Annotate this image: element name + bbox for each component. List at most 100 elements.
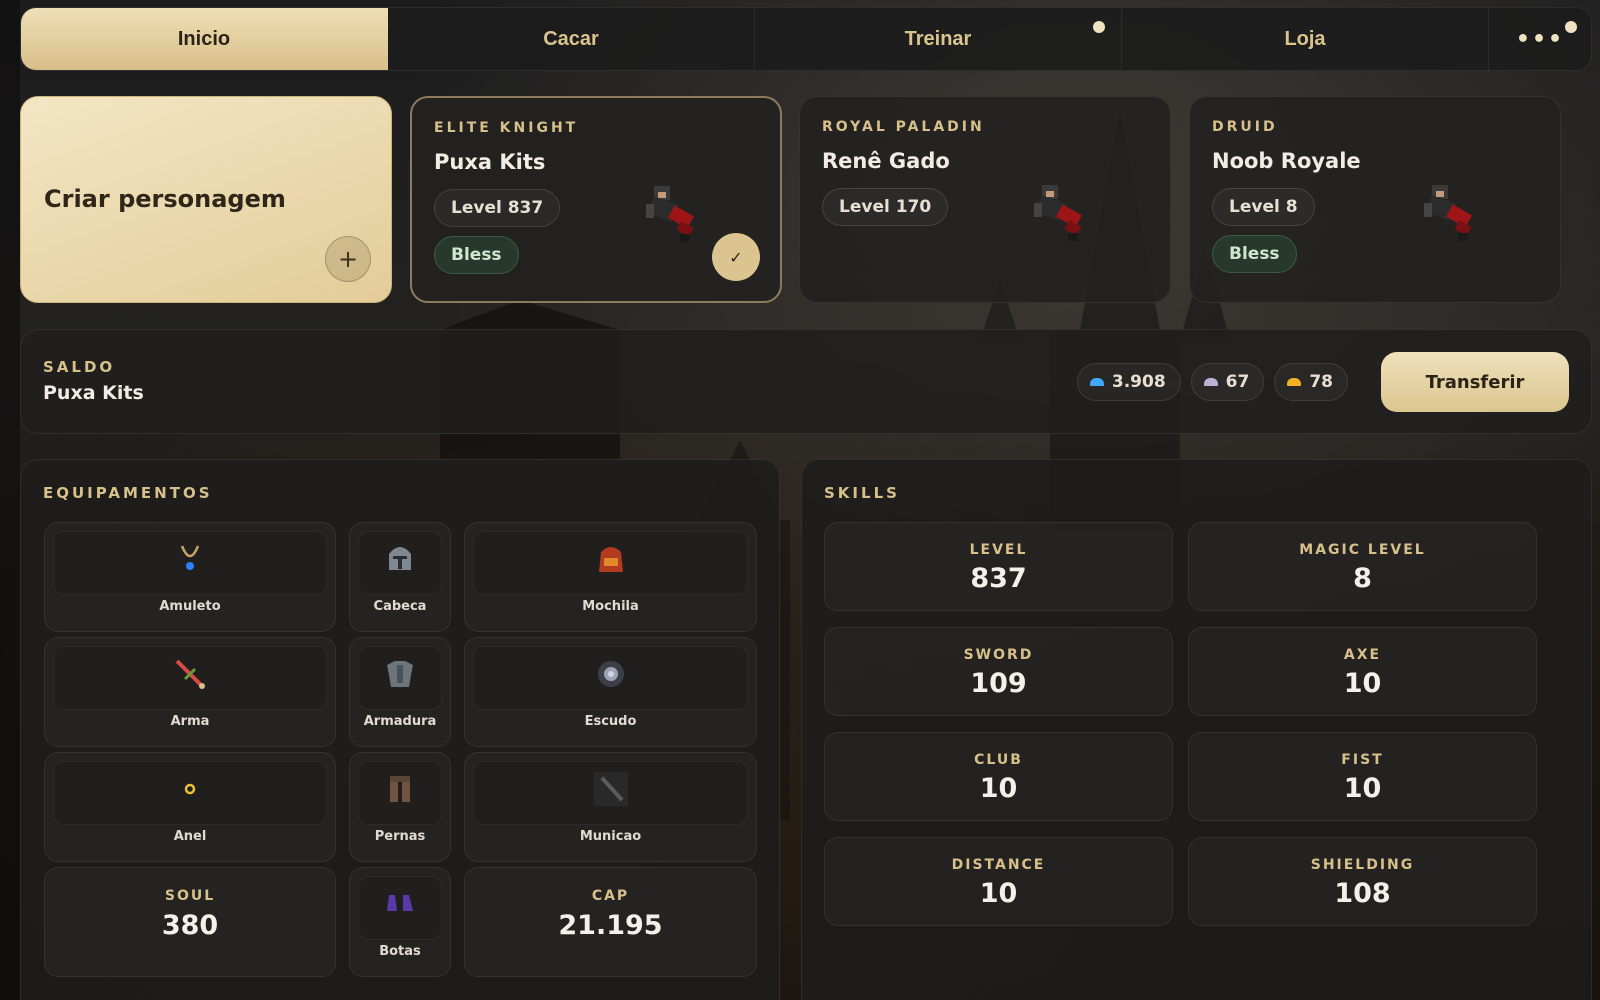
- tab-label: Loja: [1284, 27, 1326, 50]
- skill-value: 109: [970, 668, 1027, 699]
- skill-card: SHIELDING 108: [1188, 837, 1537, 926]
- skill-label: FIST: [1341, 752, 1384, 768]
- silver-coin-icon: [1203, 378, 1218, 386]
- balance-bar: SALDO Puxa Kits 3.908 67 78 Transferir: [20, 329, 1592, 434]
- equip-slot-armor[interactable]: Armadura: [349, 637, 451, 747]
- skill-label: AXE: [1343, 647, 1382, 663]
- slot-label: Arma: [170, 714, 210, 729]
- tab-loja[interactable]: Loja: [1122, 8, 1489, 70]
- bless-badge: Bless: [1212, 235, 1297, 273]
- character-card[interactable]: ROYAL PALADIN Renê Gado Level 170: [799, 96, 1171, 303]
- skill-value: 8: [1353, 563, 1372, 594]
- coin-balance: 3.908: [1076, 363, 1181, 401]
- equip-slot-amulet[interactable]: Amuleto: [44, 522, 336, 632]
- legs-icon: [390, 776, 410, 802]
- skill-value: 10: [1343, 668, 1382, 699]
- soul-stat: SOUL 380: [44, 867, 336, 977]
- skill-value: 108: [1334, 878, 1391, 909]
- create-character-card[interactable]: Criar personagem +: [20, 96, 392, 303]
- tab-label: Cacar: [543, 27, 599, 50]
- character-vocation: ROYAL PALADIN: [822, 119, 985, 135]
- character-name: Puxa Kits: [434, 150, 546, 174]
- coin-balance: 67: [1190, 363, 1265, 401]
- coin-value: 67: [1225, 372, 1250, 392]
- character-card[interactable]: DRUID Noob Royale Level 8 Bless: [1189, 96, 1561, 303]
- equip-slot-ammo[interactable]: Municao: [464, 752, 757, 862]
- skills-panel: SKILLS LEVEL 837 MAGIC LEVEL 8 SWORD 109…: [801, 459, 1592, 1000]
- tab-label: Inicio: [177, 27, 231, 50]
- slot-label: Pernas: [374, 829, 426, 844]
- coin-value: 3.908: [1111, 372, 1166, 392]
- skill-value: 10: [979, 878, 1018, 909]
- coin-list: 3.908 67 78: [1076, 363, 1348, 401]
- transfer-button[interactable]: Transferir: [1381, 352, 1569, 412]
- equipment-panel: EQUIPAMENTOS Amuleto Cabeca Mochila Arma…: [20, 459, 780, 1000]
- character-vocation: ELITE KNIGHT: [434, 120, 579, 136]
- equip-slot-shield[interactable]: Escudo: [464, 637, 757, 747]
- slot-label: Mochila: [582, 599, 639, 614]
- slot-label: Amuleto: [159, 599, 221, 614]
- slot-label: Botas: [379, 944, 421, 959]
- balance-label: SALDO: [43, 358, 116, 376]
- skill-label: SWORD: [963, 647, 1034, 663]
- slot-label: Cabeca: [373, 599, 427, 614]
- create-character-title: Criar personagem: [44, 185, 286, 213]
- slot-label: Escudo: [584, 714, 637, 729]
- shield-icon: [597, 661, 624, 687]
- skill-card: AXE 10: [1188, 627, 1537, 716]
- coin-value: 78: [1309, 372, 1333, 392]
- equip-slot-boots[interactable]: Botas: [349, 867, 451, 977]
- skill-value: 837: [970, 563, 1027, 594]
- armor-icon: [387, 661, 413, 687]
- skill-label: DISTANCE: [951, 857, 1046, 873]
- equip-slot-ring[interactable]: Anel: [44, 752, 336, 862]
- skill-card: SWORD 109: [824, 627, 1173, 716]
- coin-balance: 78: [1274, 363, 1348, 401]
- tab-treinar[interactable]: Treinar: [755, 8, 1122, 70]
- skill-card: CLUB 10: [824, 732, 1173, 821]
- gold-coin-icon: [1287, 378, 1302, 386]
- equip-slot-weapon[interactable]: Arma: [44, 637, 336, 747]
- skill-value: 10: [979, 773, 1018, 804]
- slot-label: Anel: [173, 829, 207, 844]
- skill-label: CLUB: [974, 752, 1023, 768]
- cap-stat: CAP 21.195: [464, 867, 757, 977]
- character-card[interactable]: ELITE KNIGHT Puxa Kits Level 837 Bless ✓: [410, 96, 782, 303]
- sword-icon: [175, 659, 205, 689]
- slot-label: Municao: [579, 829, 642, 844]
- boots-icon: [387, 895, 413, 911]
- character-name: Renê Gado: [822, 149, 950, 173]
- notification-dot: [1093, 21, 1105, 33]
- skill-card: LEVEL 837: [824, 522, 1173, 611]
- character-level-pill: Level 837: [434, 189, 561, 227]
- backpack-icon: [598, 547, 623, 572]
- ring-icon: [184, 783, 196, 795]
- equip-slot-legs[interactable]: Pernas: [349, 752, 451, 862]
- tab-inicio[interactable]: Inicio: [21, 8, 388, 70]
- notification-dot: [1565, 21, 1577, 33]
- equip-slot-backpack[interactable]: Mochila: [464, 522, 757, 632]
- ammo-icon: [593, 772, 628, 806]
- tab-cacar[interactable]: Cacar: [388, 8, 755, 70]
- soul-label: SOUL: [164, 888, 216, 904]
- skill-label: SHIELDING: [1310, 857, 1415, 873]
- skill-label: LEVEL: [969, 542, 1028, 558]
- cap-label: CAP: [591, 888, 630, 904]
- helmet-icon: [389, 547, 411, 570]
- more-menu-button[interactable]: •••: [1489, 8, 1591, 70]
- character-sprite-icon: [1424, 185, 1473, 241]
- balance-character-name: Puxa Kits: [43, 382, 144, 404]
- character-level-pill: Level 170: [822, 188, 949, 226]
- plus-icon[interactable]: +: [325, 236, 371, 282]
- skill-label: MAGIC LEVEL: [1299, 542, 1426, 558]
- equip-slot-head[interactable]: Cabeca: [349, 522, 451, 632]
- blue-coin-icon: [1089, 378, 1104, 386]
- top-nav: Inicio Cacar Treinar Loja •••: [20, 7, 1592, 71]
- soul-value: 380: [161, 910, 219, 941]
- tab-label: Treinar: [904, 27, 972, 50]
- character-level-pill: Level 8: [1212, 188, 1315, 226]
- character-vocation: DRUID: [1212, 119, 1278, 135]
- character-sprite-icon: [1034, 185, 1083, 241]
- equipment-title: EQUIPAMENTOS: [43, 484, 213, 502]
- character-sprite-icon: [646, 186, 695, 242]
